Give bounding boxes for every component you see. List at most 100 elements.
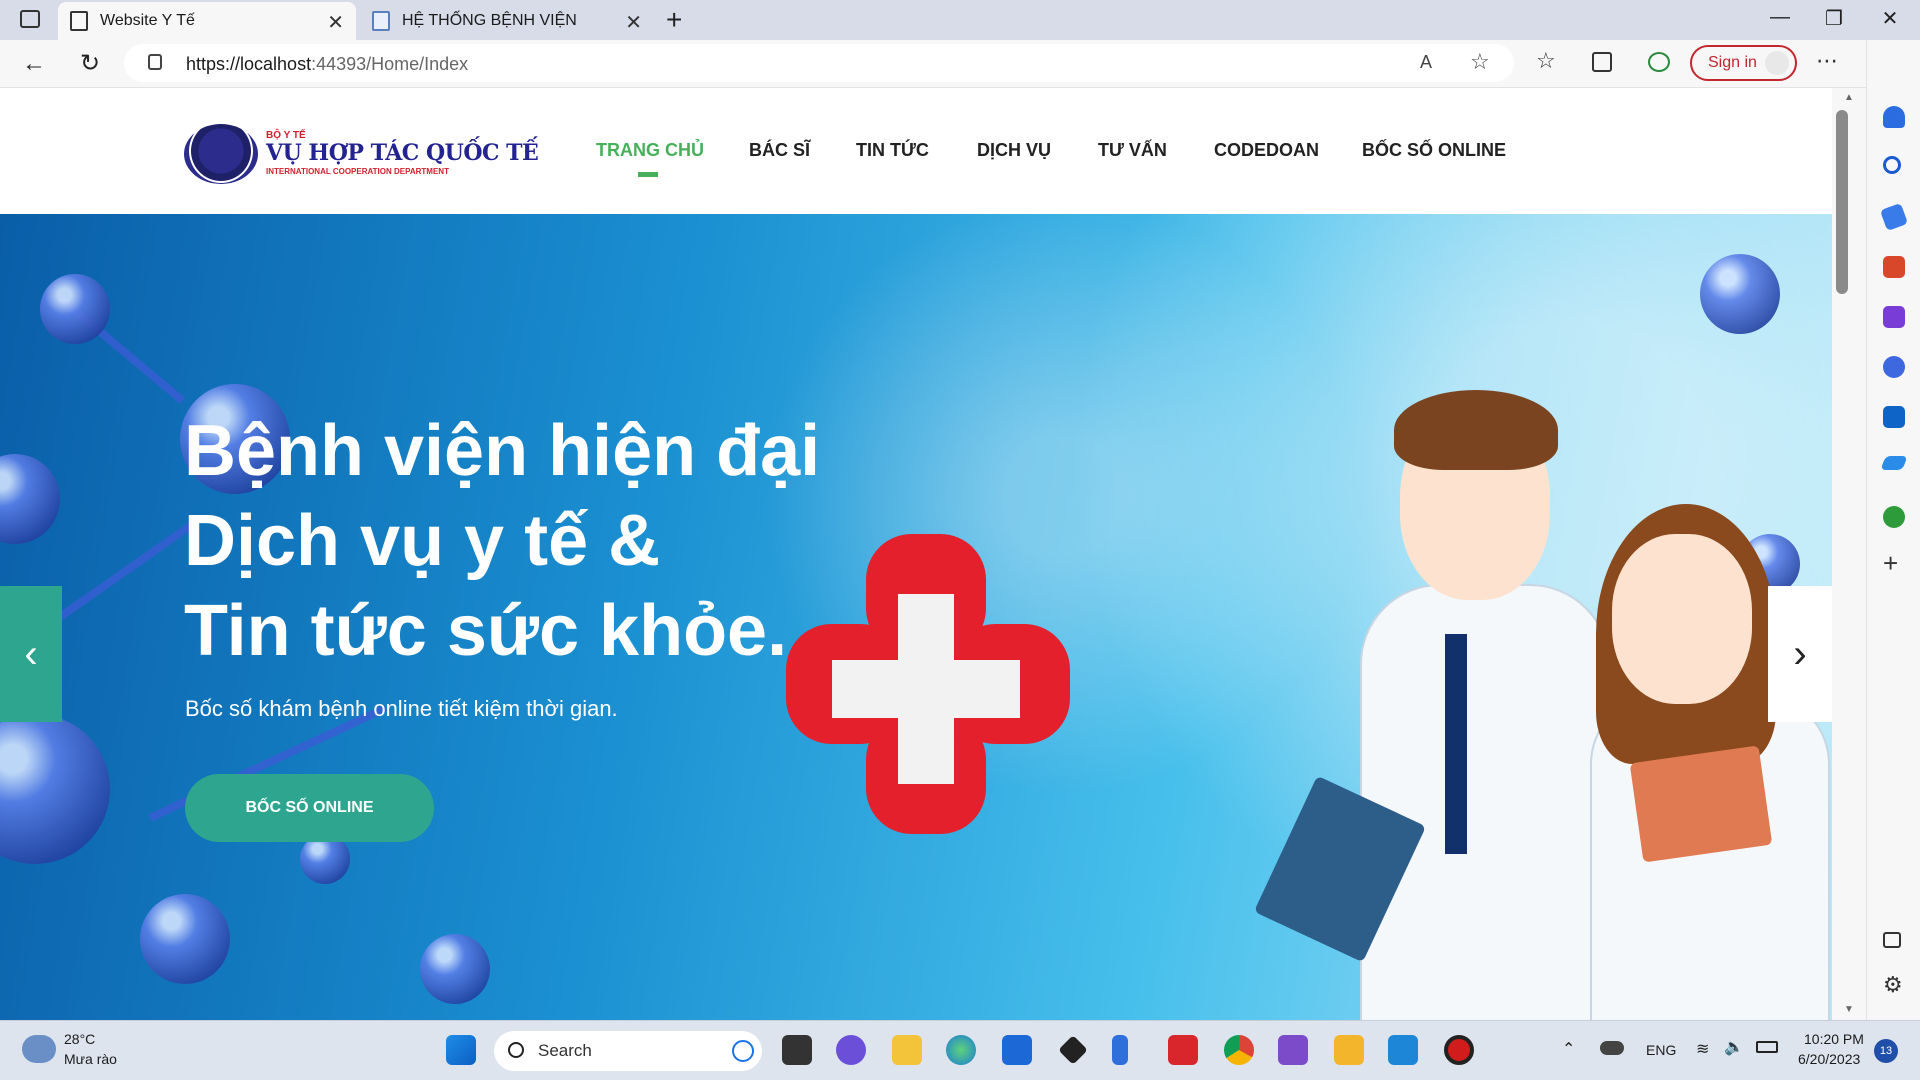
microsoft-365-icon[interactable]: [1883, 356, 1905, 378]
clock-date[interactable]: 6/20/2023: [1798, 1051, 1860, 1067]
molecule-sphere: [0, 714, 110, 864]
nav-tu-van[interactable]: TƯ VẤN: [1098, 140, 1167, 161]
molecule-sphere: [1700, 254, 1780, 334]
hero-banner: Bệnh viện hiện đại Dịch vụ y tế & Tin tứ…: [0, 214, 1832, 1020]
nav-bac-si[interactable]: BÁC SĨ: [749, 140, 810, 161]
carousel-next-button[interactable]: ›: [1768, 586, 1832, 722]
hide-sidebar-icon[interactable]: [1883, 932, 1901, 948]
wifi-icon[interactable]: ≋: [1696, 1039, 1709, 1059]
lock-icon[interactable]: [148, 54, 162, 70]
web-page: BỘ Y TẾ VỤ HỢP TÁC QUỐC TẾ INTERNATIONAL…: [0, 88, 1832, 1020]
avatar-icon: [1765, 51, 1789, 75]
outlook-icon[interactable]: [1883, 406, 1905, 428]
logo-sub-text: INTERNATIONAL COOPERATION DEPARTMENT: [266, 167, 449, 176]
close-window-icon[interactable]: ✕: [1870, 6, 1910, 34]
close-tab-icon[interactable]: ✕: [327, 10, 344, 35]
battery-icon[interactable]: [1756, 1041, 1778, 1053]
minimize-icon[interactable]: —: [1760, 6, 1800, 34]
cross-white-horizontal: [832, 660, 1020, 718]
favorite-star-icon[interactable]: ☆: [1470, 49, 1490, 75]
scroll-up-icon[interactable]: ▲: [1844, 92, 1854, 103]
nav-codedoan[interactable]: CODEDOAN: [1214, 140, 1319, 161]
url-text: https://localhost:44393/Home/Index: [186, 54, 469, 74]
edge-icon[interactable]: [946, 1035, 976, 1065]
notification-badge[interactable]: 13: [1874, 1039, 1898, 1063]
tools-icon[interactable]: [1883, 256, 1905, 278]
clipboard-illustration: [1629, 745, 1773, 863]
paint-app-icon[interactable]: [1334, 1035, 1364, 1065]
nav-tin-tuc[interactable]: TIN TỨC: [856, 140, 929, 161]
bing-icon: [732, 1040, 754, 1062]
notifications-icon[interactable]: [1883, 106, 1905, 128]
read-aloud-icon[interactable]: A: [1420, 52, 1432, 73]
sign-in-label: Sign in: [1708, 54, 1757, 71]
clock-time[interactable]: 10:20 PM: [1804, 1031, 1864, 1047]
vscode-icon[interactable]: [1388, 1035, 1418, 1065]
drop-icon[interactable]: [1880, 456, 1908, 470]
nav-dich-vu[interactable]: DỊCH VỤ: [977, 140, 1051, 161]
settings-icon[interactable]: ⚙: [1883, 972, 1903, 998]
ministry-logo-emblem[interactable]: [184, 124, 258, 184]
search-icon[interactable]: [1883, 156, 1901, 174]
weather-temp[interactable]: 28°C: [64, 1031, 95, 1047]
more-options-icon[interactable]: ⋯: [1816, 48, 1838, 74]
weather-desc[interactable]: Mưa rào: [64, 1051, 117, 1067]
url-input[interactable]: https://localhost:44393/Home/Index A ☆: [124, 44, 1514, 82]
weather-icon[interactable]: [22, 1035, 56, 1063]
windows-taskbar: 28°C Mưa rào Search ⌃ ENG ≋ 🔈 10:20 PM 6…: [0, 1020, 1920, 1080]
add-sidebar-app-icon[interactable]: +: [1883, 548, 1898, 579]
dropbox-icon[interactable]: [1058, 1035, 1088, 1065]
app-icon[interactable]: [1112, 1035, 1128, 1065]
nav-boc-so-online[interactable]: BỐC SỐ ONLINE: [1362, 140, 1506, 161]
games-icon[interactable]: [1883, 306, 1905, 328]
male-doctor-illustration: [1360, 584, 1610, 1020]
tab-bar: Website Y Tế ✕ HỆ THỐNG BỆNH VIỆN ✕ + — …: [0, 0, 1920, 40]
start-windows-icon[interactable]: [446, 1035, 476, 1065]
wps-office-icon[interactable]: [1168, 1035, 1198, 1065]
favorites-icon[interactable]: ☆: [1536, 48, 1556, 74]
page-icon: [372, 11, 390, 31]
back-icon[interactable]: ←: [20, 50, 48, 78]
chrome-icon[interactable]: [1224, 1035, 1254, 1065]
hero-boc-so-online-button[interactable]: BỐC SỐ ONLINE: [185, 774, 434, 842]
tab-website-y-te[interactable]: Website Y Tế ✕: [58, 2, 356, 40]
tab-title: HỆ THỐNG BỆNH VIỆN: [402, 12, 577, 29]
show-hidden-icons[interactable]: ⌃: [1562, 1039, 1575, 1059]
performance-icon[interactable]: [1648, 52, 1670, 72]
volume-icon[interactable]: 🔈: [1724, 1037, 1744, 1057]
nav-trang-chu[interactable]: TRANG CHỦ: [596, 140, 704, 161]
language-indicator[interactable]: ENG: [1646, 1042, 1676, 1058]
tab-he-thong-benh-vien[interactable]: HỆ THỐNG BỆNH VIỆN ✕: [360, 2, 654, 40]
hero-heading-line-2: Dịch vụ y tế &: [184, 501, 661, 581]
tab-actions-icon[interactable]: [20, 10, 40, 28]
address-bar: ← ↻ https://localhost:44393/Home/Index A…: [0, 40, 1920, 88]
microsoft-store-icon[interactable]: [1002, 1035, 1032, 1065]
page-icon: [70, 11, 88, 31]
taskbar-search-box[interactable]: Search: [494, 1031, 762, 1071]
collections-icon[interactable]: [1592, 52, 1612, 72]
search-label: Search: [538, 1041, 592, 1060]
hero-heading-line-1: Bệnh viện hiện đại: [184, 411, 821, 491]
logo-main-text[interactable]: VỤ HỢP TÁC QUỐC TẾ: [266, 140, 539, 166]
restore-icon[interactable]: ❐: [1814, 6, 1854, 34]
sign-in-button[interactable]: Sign in: [1690, 45, 1797, 81]
file-explorer-icon[interactable]: [892, 1035, 922, 1065]
close-tab-icon[interactable]: ✕: [625, 10, 642, 35]
task-view-icon[interactable]: [782, 1035, 812, 1065]
tree-icon[interactable]: [1883, 506, 1905, 528]
shopping-icon[interactable]: [1879, 202, 1909, 232]
site-header: BỘ Y TẾ VỤ HỢP TÁC QUỐC TẾ INTERNATIONAL…: [0, 88, 1832, 214]
onedrive-icon[interactable]: [1600, 1041, 1624, 1055]
tab-title: Website Y Tế: [100, 12, 195, 29]
chat-icon[interactable]: [836, 1035, 866, 1065]
hero-heading-line-3: Tin tức sức khỏe.: [184, 591, 788, 671]
recorder-icon[interactable]: [1444, 1035, 1474, 1065]
visual-studio-icon[interactable]: [1278, 1035, 1308, 1065]
female-doctor-face: [1612, 534, 1752, 704]
edge-sidebar: + ⚙: [1866, 40, 1920, 1020]
scroll-down-icon[interactable]: ▼: [1844, 1004, 1854, 1015]
refresh-icon[interactable]: ↻: [76, 50, 104, 78]
scrollbar-thumb[interactable]: [1836, 110, 1848, 294]
carousel-prev-button[interactable]: ‹: [0, 586, 62, 722]
new-tab-icon[interactable]: +: [666, 4, 682, 36]
